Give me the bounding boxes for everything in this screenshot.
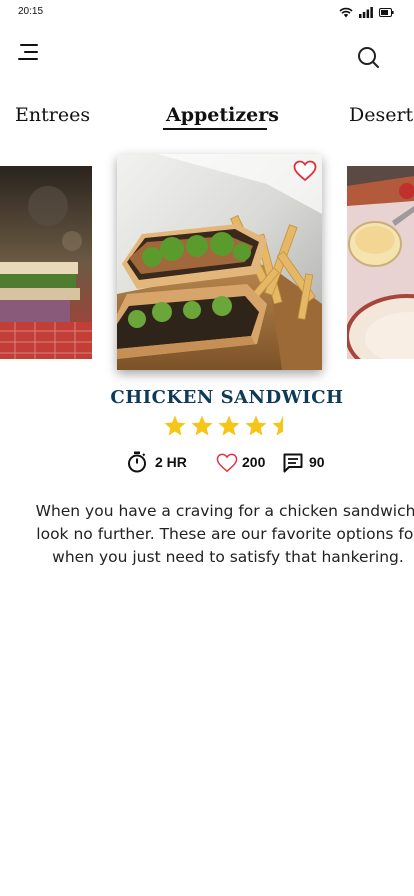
- star-half-icon: [272, 415, 283, 436]
- carousel-card-right[interactable]: [347, 166, 414, 359]
- status-time: 20:15: [18, 6, 44, 17]
- menu-button[interactable]: [14, 42, 38, 62]
- active-tab-underline: [163, 128, 267, 130]
- comment-icon[interactable]: [283, 453, 303, 473]
- tab-appetizers[interactable]: Appetizers: [166, 104, 279, 126]
- category-tabs: Entrees Appetizers Desert: [0, 100, 414, 136]
- status-icons: [339, 7, 394, 18]
- carousel-card-left[interactable]: [0, 166, 92, 359]
- rating-stars: [163, 414, 295, 438]
- likes-heart-icon[interactable]: [216, 453, 238, 473]
- comments-count: 90: [309, 454, 325, 470]
- time-value: 2 HR: [155, 454, 187, 470]
- status-bar: 20:15: [0, 0, 414, 26]
- item-title: CHICKEN SANDWICH: [110, 387, 344, 408]
- search-icon[interactable]: [356, 45, 380, 69]
- sandwich-photo-left: [0, 166, 92, 359]
- carousel-card-main[interactable]: [117, 154, 322, 370]
- signal-icon: [359, 7, 373, 18]
- heart-outline-icon[interactable]: [293, 160, 317, 182]
- tab-entrees[interactable]: Entrees: [15, 104, 90, 126]
- menu-icon: [20, 44, 38, 46]
- item-description: When you have a craving for a chicken sa…: [35, 502, 414, 566]
- item-stats: 2 HR 200 90: [0, 450, 414, 476]
- star-full-icon: [245, 415, 267, 436]
- likes-count: 200: [242, 454, 266, 470]
- battery-icon: [379, 8, 394, 17]
- star-full-icon: [164, 415, 186, 436]
- star-full-icon: [191, 415, 213, 436]
- dessert-bowl-photo-right: [347, 166, 414, 359]
- wifi-icon: [339, 7, 353, 18]
- star-full-icon: [218, 415, 240, 436]
- tab-desert[interactable]: Desert: [349, 104, 413, 126]
- chicken-sandwich-photo: [117, 154, 322, 370]
- timer-icon: [128, 451, 146, 473]
